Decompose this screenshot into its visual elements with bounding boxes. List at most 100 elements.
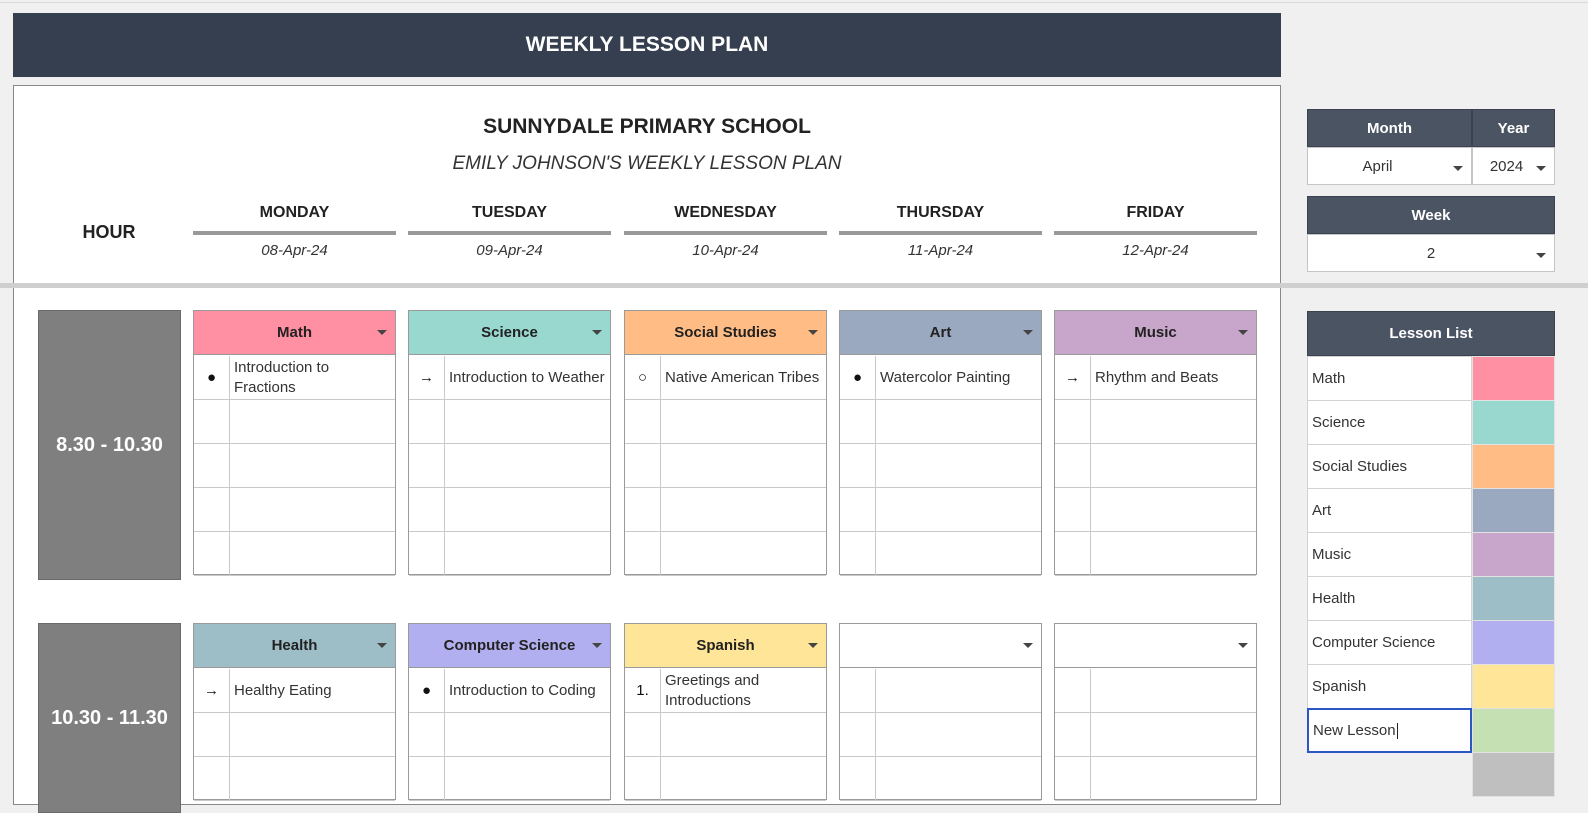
lesson-subject-dropdown[interactable]	[840, 624, 1041, 668]
lesson-subject-dropdown[interactable]: Health	[194, 624, 395, 668]
lesson-topic-row[interactable]	[409, 400, 610, 444]
lesson-list-item[interactable]: Computer Science	[1307, 620, 1472, 665]
lesson-topic-row[interactable]	[194, 713, 395, 757]
chevron-down-icon[interactable]	[1238, 330, 1248, 335]
lesson-color-swatch[interactable]	[1472, 620, 1555, 665]
week-dropdown[interactable]: 2	[1307, 234, 1555, 272]
lesson-list-edit-cell[interactable]: New Lesson	[1307, 708, 1472, 753]
lesson-topic-row[interactable]	[1055, 532, 1256, 576]
lesson-color-swatch[interactable]	[1472, 752, 1555, 797]
chevron-down-icon[interactable]	[1536, 253, 1546, 258]
lesson-topic-text	[1095, 444, 1252, 487]
chevron-down-icon[interactable]	[808, 330, 818, 335]
lesson-subject-dropdown[interactable]: Art	[840, 311, 1041, 355]
lesson-list-title: Lesson List	[1389, 325, 1473, 342]
month-dropdown[interactable]: April	[1307, 147, 1472, 185]
chevron-down-icon[interactable]	[377, 643, 387, 648]
bullet-icon	[1055, 532, 1091, 575]
lesson-topic-row[interactable]	[840, 669, 1041, 713]
bullet-icon	[840, 532, 876, 575]
chevron-down-icon[interactable]	[1453, 166, 1463, 171]
chevron-down-icon[interactable]	[1238, 643, 1248, 648]
lesson-topic-row[interactable]	[194, 532, 395, 576]
lesson-topic-row[interactable]	[625, 532, 826, 576]
lesson-topic-row[interactable]	[409, 532, 610, 576]
lesson-color-swatch[interactable]	[1472, 532, 1555, 577]
lesson-topic-row[interactable]	[194, 400, 395, 444]
lesson-topic-row[interactable]	[194, 444, 395, 488]
lesson-color-swatch[interactable]	[1472, 356, 1555, 401]
lesson-topic-row[interactable]: 1. Greetings and Introductions	[625, 669, 826, 713]
lesson-topic-row[interactable]	[409, 444, 610, 488]
lesson-subject-dropdown[interactable]	[1055, 624, 1256, 668]
lesson-color-swatch[interactable]	[1472, 444, 1555, 489]
lesson-color-swatch[interactable]	[1472, 576, 1555, 621]
lesson-topic-row[interactable]	[840, 444, 1041, 488]
lesson-subject-dropdown[interactable]: Computer Science	[409, 624, 610, 668]
lesson-topic-row[interactable]	[840, 400, 1041, 444]
lesson-list-item[interactable]: Art	[1307, 488, 1472, 533]
chevron-down-icon[interactable]	[592, 643, 602, 648]
lesson-topic-row[interactable]: → Rhythm and Beats	[1055, 356, 1256, 400]
chevron-down-icon[interactable]	[1536, 166, 1546, 171]
lesson-topic-row[interactable]	[1055, 444, 1256, 488]
lesson-topic-row[interactable]	[409, 488, 610, 532]
lesson-topic-row[interactable]	[409, 713, 610, 757]
bullet-icon	[1055, 713, 1091, 756]
chevron-down-icon[interactable]	[1023, 330, 1033, 335]
lesson-list-item[interactable]: Social Studies	[1307, 444, 1472, 489]
lesson-topic-row[interactable]	[625, 488, 826, 532]
lesson-topic-row[interactable]	[840, 713, 1041, 757]
lesson-list-item[interactable]: Health	[1307, 576, 1472, 621]
lesson-topic-row[interactable]: → Introduction to Weather	[409, 356, 610, 400]
lesson-list-item[interactable]: Music	[1307, 532, 1472, 577]
lesson-list-item[interactable]: Science	[1307, 400, 1472, 445]
day-divider	[839, 231, 1042, 235]
lesson-topic-row[interactable]	[1055, 488, 1256, 532]
lesson-topic-row[interactable]: ● Introduction to Coding	[409, 669, 610, 713]
lesson-topic-row[interactable]	[840, 532, 1041, 576]
lesson-topic-text	[1095, 713, 1252, 756]
lesson-topic-text	[234, 532, 391, 575]
lesson-subject-dropdown[interactable]: Spanish	[625, 624, 826, 668]
lesson-topic-row[interactable]	[1055, 400, 1256, 444]
lesson-topic-row[interactable]	[840, 488, 1041, 532]
lesson-topic-text	[1095, 488, 1252, 531]
lesson-color-swatch[interactable]	[1472, 708, 1555, 753]
chevron-down-icon[interactable]	[1023, 643, 1033, 648]
plan-subtitle: EMILY JOHNSON'S WEEKLY LESSON PLAN	[452, 153, 842, 174]
lesson-subject-dropdown[interactable]: Music	[1055, 311, 1256, 355]
lesson-topic-row[interactable]	[194, 757, 395, 801]
chevron-down-icon[interactable]	[592, 330, 602, 335]
lesson-subject-dropdown[interactable]: Science	[409, 311, 610, 355]
chevron-down-icon[interactable]	[808, 643, 818, 648]
lesson-topic-row[interactable]: ○ Native American Tribes	[625, 356, 826, 400]
lesson-topic-row[interactable]	[625, 444, 826, 488]
lesson-card: Art ● Watercolor Painting	[839, 310, 1042, 576]
lesson-topic-row[interactable]: ● Introduction to Fractions	[194, 356, 395, 400]
lesson-list-item[interactable]: Math	[1307, 356, 1472, 401]
lesson-topic-row[interactable]	[625, 757, 826, 801]
lesson-color-swatch[interactable]	[1472, 664, 1555, 709]
lesson-topic-row[interactable]	[625, 713, 826, 757]
lesson-list-item[interactable]: Spanish	[1307, 664, 1472, 709]
lesson-color-swatch[interactable]	[1472, 400, 1555, 445]
lesson-topic-row[interactable]: ● Watercolor Painting	[840, 356, 1041, 400]
lesson-color-swatch[interactable]	[1472, 488, 1555, 533]
lesson-topic-row[interactable]	[1055, 757, 1256, 801]
lesson-topic-row[interactable]	[1055, 669, 1256, 713]
lesson-topic-text	[449, 444, 606, 487]
bullet-icon	[409, 400, 445, 443]
hour-block: 10.30 - 11.30	[38, 623, 181, 813]
lesson-topic-row[interactable]	[840, 757, 1041, 801]
lesson-subject-dropdown[interactable]: Math	[194, 311, 395, 355]
lesson-topic-row[interactable]	[409, 757, 610, 801]
lesson-topic-row[interactable]: → Healthy Eating	[194, 669, 395, 713]
lesson-subject-dropdown[interactable]: Social Studies	[625, 311, 826, 355]
chevron-down-icon[interactable]	[377, 330, 387, 335]
lesson-topic-row[interactable]	[194, 488, 395, 532]
lesson-topic-row[interactable]	[625, 400, 826, 444]
year-dropdown[interactable]: 2024	[1472, 147, 1555, 185]
lesson-topic-row[interactable]	[1055, 713, 1256, 757]
day-date: 11-Apr-24	[907, 242, 974, 259]
